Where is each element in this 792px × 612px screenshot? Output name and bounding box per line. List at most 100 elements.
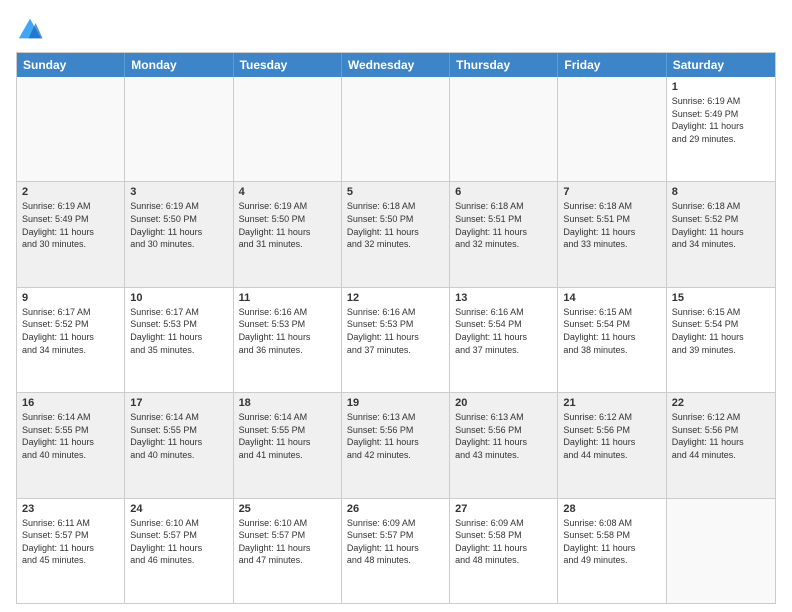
day-info: Sunrise: 6:15 AM Sunset: 5:54 PM Dayligh… (563, 306, 660, 356)
day-cell-23: 23 Sunrise: 6:11 AM Sunset: 5:57 PM Dayli… (17, 499, 125, 603)
calendar-week-3: 9Sunrise: 6:17 AM Sunset: 5:52 PM Daylig… (17, 287, 775, 392)
day-cell-28: 28 Sunrise: 6:08 AM Sunset: 5:58 PM Dayli… (558, 499, 666, 603)
day-number: 22 (672, 397, 770, 409)
day-info: Sunrise: 6:18 AM Sunset: 5:50 PM Dayligh… (347, 200, 444, 250)
day-cell-10: 10 Sunrise: 6:17 AM Sunset: 5:53 PM Dayli… (125, 288, 233, 392)
day-number: 28 (563, 503, 660, 515)
logo-icon (16, 16, 44, 44)
day-info: Sunrise: 6:18 AM Sunset: 5:51 PM Dayligh… (455, 200, 552, 250)
day-info: Sunrise: 6:19 AM Sunset: 5:50 PM Dayligh… (130, 200, 227, 250)
day-cell-27: 27Sunrise: 6:09 AM Sunset: 5:58 PM Dayli… (450, 499, 558, 603)
day-info: Sunrise: 6:17 AM Sunset: 5:53 PM Dayligh… (130, 306, 227, 356)
empty-cell (667, 499, 775, 603)
day-number: 23 (22, 503, 119, 515)
day-cell-17: 17 Sunrise: 6:14 AM Sunset: 5:55 PM Dayli… (125, 393, 233, 497)
day-info: Sunrise: 6:09 AM Sunset: 5:57 PM Dayligh… (347, 517, 444, 567)
day-cell-13: 13 Sunrise: 6:16 AM Sunset: 5:54 PM Dayli… (450, 288, 558, 392)
day-cell-11: 11 Sunrise: 6:16 AM Sunset: 5:53 PM Dayli… (234, 288, 342, 392)
day-info: Sunrise: 6:14 AM Sunset: 5:55 PM Dayligh… (239, 411, 336, 461)
day-number: 8 (672, 186, 770, 198)
header-day-saturday: Saturday (667, 53, 775, 77)
day-cell-7: 7 Sunrise: 6:18 AM Sunset: 5:51 PM Daylig… (558, 182, 666, 286)
empty-cell (450, 77, 558, 181)
day-cell-18: 18 Sunrise: 6:14 AM Sunset: 5:55 PM Dayli… (234, 393, 342, 497)
day-cell-8: 8 Sunrise: 6:18 AM Sunset: 5:52 PM Daylig… (667, 182, 775, 286)
day-info: Sunrise: 6:19 AM Sunset: 5:49 PM Dayligh… (22, 200, 119, 250)
day-number: 14 (563, 292, 660, 304)
day-number: 11 (239, 292, 336, 304)
day-cell-12: 12 Sunrise: 6:16 AM Sunset: 5:53 PM Dayli… (342, 288, 450, 392)
day-cell-5: 5 Sunrise: 6:18 AM Sunset: 5:50 PM Daylig… (342, 182, 450, 286)
day-number: 26 (347, 503, 444, 515)
day-number: 4 (239, 186, 336, 198)
calendar-week-4: 16 Sunrise: 6:14 AM Sunset: 5:55 PM Dayli… (17, 392, 775, 497)
day-number: 1 (672, 81, 770, 93)
day-info: Sunrise: 6:08 AM Sunset: 5:58 PM Dayligh… (563, 517, 660, 567)
day-info: Sunrise: 6:19 AM Sunset: 5:50 PM Dayligh… (239, 200, 336, 250)
day-cell-26: 26 Sunrise: 6:09 AM Sunset: 5:57 PM Dayli… (342, 499, 450, 603)
day-cell-21: 21 Sunrise: 6:12 AM Sunset: 5:56 PM Dayli… (558, 393, 666, 497)
day-number: 6 (455, 186, 552, 198)
day-number: 19 (347, 397, 444, 409)
day-cell-2: 2 Sunrise: 6:19 AM Sunset: 5:49 PM Daylig… (17, 182, 125, 286)
day-number: 7 (563, 186, 660, 198)
day-cell-25: 25Sunrise: 6:10 AM Sunset: 5:57 PM Dayli… (234, 499, 342, 603)
header-day-monday: Monday (125, 53, 233, 77)
day-info: Sunrise: 6:10 AM Sunset: 5:57 PM Dayligh… (130, 517, 227, 567)
day-info: Sunrise: 6:13 AM Sunset: 5:56 PM Dayligh… (455, 411, 552, 461)
day-info: Sunrise: 6:18 AM Sunset: 5:52 PM Dayligh… (672, 200, 770, 250)
day-info: Sunrise: 6:12 AM Sunset: 5:56 PM Dayligh… (563, 411, 660, 461)
calendar-week-2: 2 Sunrise: 6:19 AM Sunset: 5:49 PM Daylig… (17, 181, 775, 286)
page: SundayMondayTuesdayWednesdayThursdayFrid… (0, 0, 792, 612)
day-info: Sunrise: 6:13 AM Sunset: 5:56 PM Dayligh… (347, 411, 444, 461)
day-cell-15: 15 Sunrise: 6:15 AM Sunset: 5:54 PM Dayli… (667, 288, 775, 392)
header-day-thursday: Thursday (450, 53, 558, 77)
day-cell-1: 1Sunrise: 6:19 AM Sunset: 5:49 PM Daylig… (667, 77, 775, 181)
calendar-wrapper: SundayMondayTuesdayWednesdayThursdayFrid… (16, 52, 776, 604)
day-number: 15 (672, 292, 770, 304)
header-day-sunday: Sunday (17, 53, 125, 77)
day-info: Sunrise: 6:12 AM Sunset: 5:56 PM Dayligh… (672, 411, 770, 461)
day-cell-22: 22 Sunrise: 6:12 AM Sunset: 5:56 PM Dayli… (667, 393, 775, 497)
day-number: 5 (347, 186, 444, 198)
day-info: Sunrise: 6:16 AM Sunset: 5:54 PM Dayligh… (455, 306, 552, 356)
day-cell-24: 24 Sunrise: 6:10 AM Sunset: 5:57 PM Dayli… (125, 499, 233, 603)
day-cell-16: 16 Sunrise: 6:14 AM Sunset: 5:55 PM Dayli… (17, 393, 125, 497)
day-info: Sunrise: 6:10 AM Sunset: 5:57 PM Dayligh… (239, 517, 336, 567)
day-cell-3: 3Sunrise: 6:19 AM Sunset: 5:50 PM Daylig… (125, 182, 233, 286)
day-info: Sunrise: 6:16 AM Sunset: 5:53 PM Dayligh… (239, 306, 336, 356)
day-number: 24 (130, 503, 227, 515)
day-info: Sunrise: 6:09 AM Sunset: 5:58 PM Dayligh… (455, 517, 552, 567)
day-info: Sunrise: 6:14 AM Sunset: 5:55 PM Dayligh… (22, 411, 119, 461)
day-number: 21 (563, 397, 660, 409)
calendar-week-5: 23 Sunrise: 6:11 AM Sunset: 5:57 PM Dayli… (17, 498, 775, 603)
day-cell-20: 20Sunrise: 6:13 AM Sunset: 5:56 PM Dayli… (450, 393, 558, 497)
day-number: 2 (22, 186, 119, 198)
empty-cell (17, 77, 125, 181)
day-info: Sunrise: 6:14 AM Sunset: 5:55 PM Dayligh… (130, 411, 227, 461)
calendar-header-row: SundayMondayTuesdayWednesdayThursdayFrid… (17, 53, 775, 77)
day-number: 12 (347, 292, 444, 304)
day-cell-6: 6 Sunrise: 6:18 AM Sunset: 5:51 PM Daylig… (450, 182, 558, 286)
day-cell-14: 14 Sunrise: 6:15 AM Sunset: 5:54 PM Dayli… (558, 288, 666, 392)
day-cell-19: 19 Sunrise: 6:13 AM Sunset: 5:56 PM Dayli… (342, 393, 450, 497)
day-number: 13 (455, 292, 552, 304)
header-day-tuesday: Tuesday (234, 53, 342, 77)
day-info: Sunrise: 6:16 AM Sunset: 5:53 PM Dayligh… (347, 306, 444, 356)
calendar-body: 1 Sunrise: 6:19 AM Sunset: 5:49 PM Daylig… (17, 77, 775, 603)
empty-cell (125, 77, 233, 181)
day-info: Sunrise: 6:11 AM Sunset: 5:57 PM Dayligh… (22, 517, 119, 567)
empty-cell (342, 77, 450, 181)
day-number: 17 (130, 397, 227, 409)
header-day-wednesday: Wednesday (342, 53, 450, 77)
header (16, 16, 776, 44)
day-number: 16 (22, 397, 119, 409)
day-info: Sunrise: 6:15 AM Sunset: 5:54 PM Dayligh… (672, 306, 770, 356)
day-cell-9: 9Sunrise: 6:17 AM Sunset: 5:52 PM Daylig… (17, 288, 125, 392)
calendar-week-1: 1Sunrise: 6:19 AM Sunset: 5:49 PM Daylig… (17, 77, 775, 181)
day-info: Sunrise: 6:18 AM Sunset: 5:51 PM Dayligh… (563, 200, 660, 250)
day-number: 18 (239, 397, 336, 409)
day-info: Sunrise: 6:17 AM Sunset: 5:52 PM Dayligh… (22, 306, 119, 356)
day-cell-4: 4 Sunrise: 6:19 AM Sunset: 5:50 PM Daylig… (234, 182, 342, 286)
day-number: 10 (130, 292, 227, 304)
